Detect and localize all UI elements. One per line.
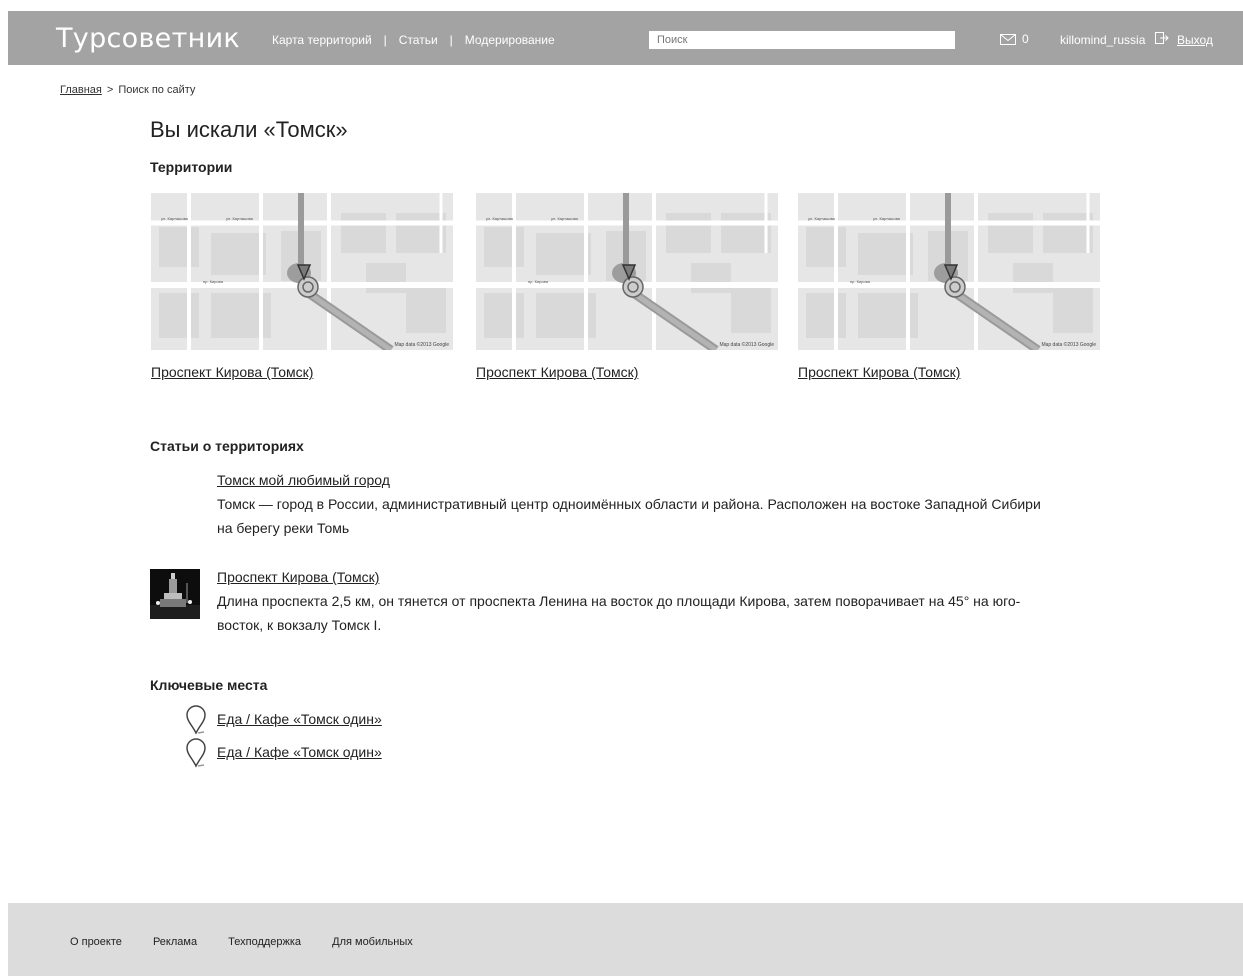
map-pin-icon <box>186 738 206 768</box>
map-attribution: Map data ©2013 Google <box>394 341 449 348</box>
article-thumbnail-image[interactable] <box>150 569 200 619</box>
place-link[interactable]: Еда / Кафе «Томск один» <box>217 744 382 760</box>
svg-text:пр. Кирова: пр. Кирова <box>528 279 549 284</box>
svg-text:ул. Карташова: ул. Карташова <box>161 216 189 221</box>
mail-button[interactable]: 0 <box>1000 32 1029 46</box>
place-link[interactable]: Еда / Кафе «Томск один» <box>217 711 382 727</box>
logout-icon[interactable] <box>1155 32 1169 44</box>
breadcrumb-separator: > <box>106 84 114 96</box>
territory-link[interactable]: Проспект Кирова (Томск) <box>798 364 960 380</box>
article-title-link[interactable]: Томск мой любимый город <box>217 472 390 488</box>
main-nav: Карта территорий | Статьи | Модерирование <box>272 33 555 47</box>
territory-link[interactable]: Проспект Кирова (Томск) <box>476 364 638 380</box>
places-heading: Ключевые места <box>150 677 268 693</box>
place-item[interactable]: Еда / Кафе «Томск один» <box>185 738 485 768</box>
nav-articles[interactable]: Статьи <box>399 33 438 47</box>
username-link[interactable]: killomind_russia <box>1060 33 1145 47</box>
article-item: Томск мой любимый город Томск — город в … <box>150 472 1050 544</box>
svg-text:пр. Кирова: пр. Кирова <box>850 279 871 284</box>
map-thumbnail[interactable]: ул. Карташова ул. Карташова пр. Кирова Map … <box>151 193 453 350</box>
breadcrumb-home[interactable]: Главная <box>60 84 102 96</box>
territory-card: ул. Карташова ул. Карташова пр. Кирова Map … <box>798 193 1100 382</box>
svg-text:пр. Кирова: пр. Кирова <box>203 279 224 284</box>
nav-moderation[interactable]: Модерирование <box>465 33 555 47</box>
svg-text:ул. Карташова: ул. Карташова <box>551 216 579 221</box>
article-item: Проспект Кирова (Томск) Длина проспекта … <box>150 569 1050 641</box>
search-input[interactable] <box>649 31 955 49</box>
article-description: Томск — город в России, административный… <box>217 496 1041 536</box>
site-logo[interactable]: Турсоветник <box>56 23 240 54</box>
envelope-icon <box>1000 33 1016 45</box>
footer-about-link[interactable]: О проекте <box>70 936 122 948</box>
top-header: Турсоветник Карта территорий | Статьи | Моде… <box>8 11 1243 65</box>
territory-card: ул. Карташова ул. Карташова пр. Кирова Map … <box>151 193 453 382</box>
nav-separator: | <box>449 33 453 47</box>
map-attribution: Map data ©2013 Google <box>1041 341 1096 348</box>
breadcrumb: Главная > Поиск по сайту <box>60 84 195 96</box>
nav-separator: | <box>383 33 387 47</box>
page-footer: О проекте Реклама Техподдержка Для мобил… <box>8 903 1243 976</box>
svg-text:ул. Карташова: ул. Карташова <box>486 216 514 221</box>
map-pin-icon <box>186 705 206 735</box>
article-title-link[interactable]: Проспект Кирова (Томск) <box>217 569 379 585</box>
map-attribution: Map data ©2013 Google <box>719 341 774 348</box>
footer-support-link[interactable]: Техподдержка <box>228 936 301 948</box>
place-item[interactable]: Еда / Кафе «Томск один» <box>185 705 485 735</box>
map-thumbnail[interactable]: ул. Карташова ул. Карташова пр. Кирова Map … <box>476 193 778 350</box>
articles-heading: Статьи о территориях <box>150 438 304 454</box>
territory-card: ул. Карташова ул. Карташова пр. Кирова Map … <box>476 193 778 382</box>
mail-count: 0 <box>1022 32 1029 46</box>
territory-link[interactable]: Проспект Кирова (Томск) <box>151 364 313 380</box>
nav-territory-map[interactable]: Карта территорий <box>272 33 372 47</box>
article-description: Длина проспекта 2,5 км, он тянется от пр… <box>217 593 1021 633</box>
footer-ads-link[interactable]: Реклама <box>153 936 197 948</box>
breadcrumb-current: Поиск по сайту <box>118 84 196 96</box>
svg-text:ул. Карташова: ул. Карташова <box>808 216 836 221</box>
svg-text:ул. Карташова: ул. Карташова <box>226 216 254 221</box>
logout-link[interactable]: Выход <box>1177 33 1213 47</box>
footer-links: О проекте Реклама Техподдержка Для мобил… <box>70 936 441 948</box>
territories-heading: Территории <box>150 159 233 175</box>
map-thumbnail[interactable]: ул. Карташова ул. Карташова пр. Кирова Map … <box>798 193 1100 350</box>
svg-text:ул. Карташова: ул. Карташова <box>873 216 901 221</box>
footer-mobile-link[interactable]: Для мобильных <box>332 936 413 948</box>
page-title: Вы искали «Томск» <box>150 117 348 142</box>
